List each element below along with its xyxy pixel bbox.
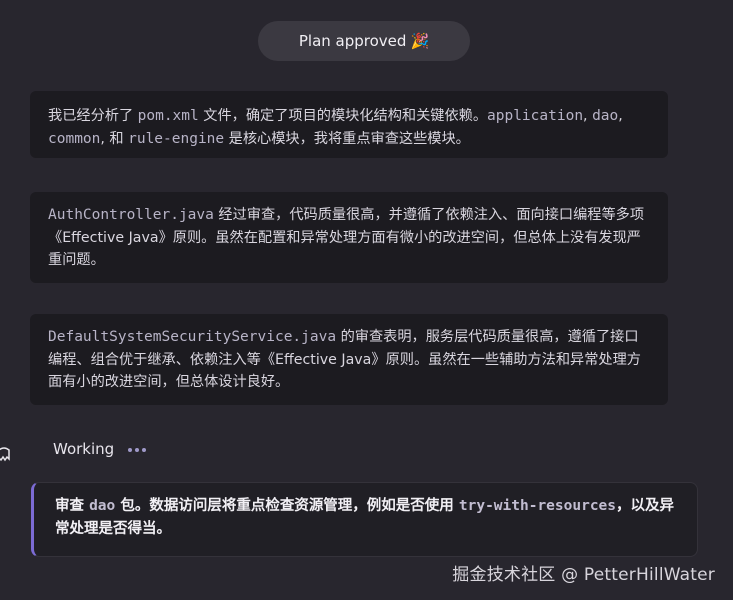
callout-text: 包。数据访问层将重点检查资源管理，例如是否使用	[115, 498, 459, 514]
inline-code: AuthController.java	[48, 207, 214, 223]
loading-dots-icon	[128, 447, 147, 452]
inline-code: dao	[592, 108, 619, 124]
inline-code: DefaultSystemSecurityService.java	[48, 329, 337, 345]
message-text: ,	[583, 108, 593, 124]
message-text: , 和	[100, 130, 129, 147]
inline-code: pom.xml	[137, 108, 199, 124]
inline-code: rule-engine	[128, 130, 225, 147]
message-text: 我已经分析了	[48, 108, 138, 124]
plan-approved-label: Plan approved	[298, 32, 407, 50]
plan-approved-badge: Plan approved 🎉	[258, 21, 470, 61]
assistant-message: DefaultSystemSecurityService.java 的审查表明，…	[30, 314, 668, 405]
working-label: Working	[53, 440, 115, 458]
assistant-message: 我已经分析了 pom.xml 文件，确定了项目的模块化结构和关键依赖。appli…	[30, 91, 668, 158]
callout-text: 审查	[55, 498, 90, 514]
chat-panel: Plan approved 🎉 我已经分析了 pom.xml 文件，确定了项目的…	[0, 0, 733, 600]
party-popper-icon: 🎉	[410, 32, 430, 50]
message-text: 是核心模块，我将重点审查这些模块。	[224, 130, 470, 147]
working-indicator: Working	[53, 440, 147, 458]
current-step-callout: 审查 dao 包。数据访问层将重点检查资源管理，例如是否使用 try-with-…	[31, 482, 698, 557]
assistant-message: AuthController.java 经过审查，代码质量很高，并遵循了依赖注入…	[30, 192, 668, 283]
message-text: ,	[618, 108, 623, 124]
agent-icon	[0, 447, 10, 462]
watermark: 掘金技术社区 @ PetterHillWater	[452, 565, 715, 585]
inline-code: try-with-resources	[458, 498, 617, 514]
message-text: 文件，确定了项目的模块化结构和关键依赖。	[198, 108, 488, 124]
inline-code: dao	[89, 498, 116, 514]
inline-code: common	[48, 130, 101, 147]
inline-code: application	[487, 108, 584, 124]
